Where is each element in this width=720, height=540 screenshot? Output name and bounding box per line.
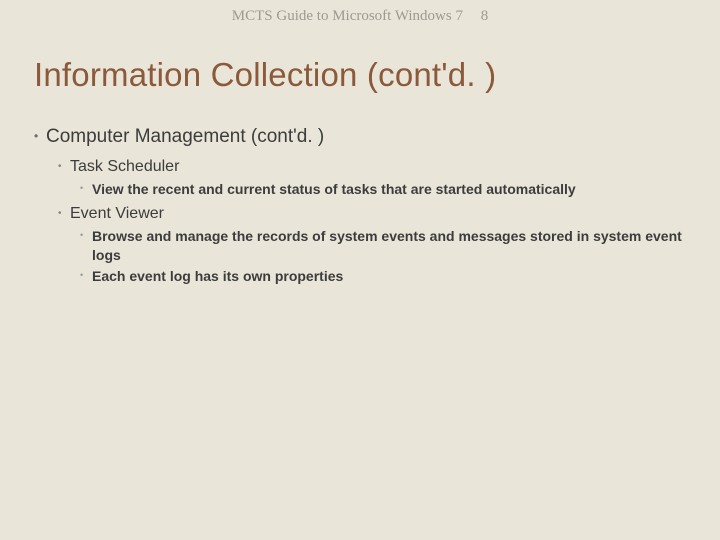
book-title: MCTS Guide to Microsoft Windows 7 [232, 8, 463, 24]
page-number: 8 [481, 8, 489, 24]
bullet-level3: Browse and manage the records of system … [34, 227, 686, 265]
bullet-level3: View the recent and current status of ta… [34, 180, 686, 199]
slide-body: Computer Management (cont'd. ) Task Sche… [34, 126, 686, 288]
bullet-level2-event-viewer: Event Viewer [34, 205, 686, 223]
slide-title: Information Collection (cont'd. ) [34, 56, 496, 94]
bullet-level1: Computer Management (cont'd. ) [34, 126, 686, 148]
bullet-level2-task-scheduler: Task Scheduler [34, 158, 686, 176]
bullet-level3: Each event log has its own properties [34, 267, 686, 286]
header-line: MCTS Guide to Microsoft Windows 7 8 [0, 8, 720, 25]
